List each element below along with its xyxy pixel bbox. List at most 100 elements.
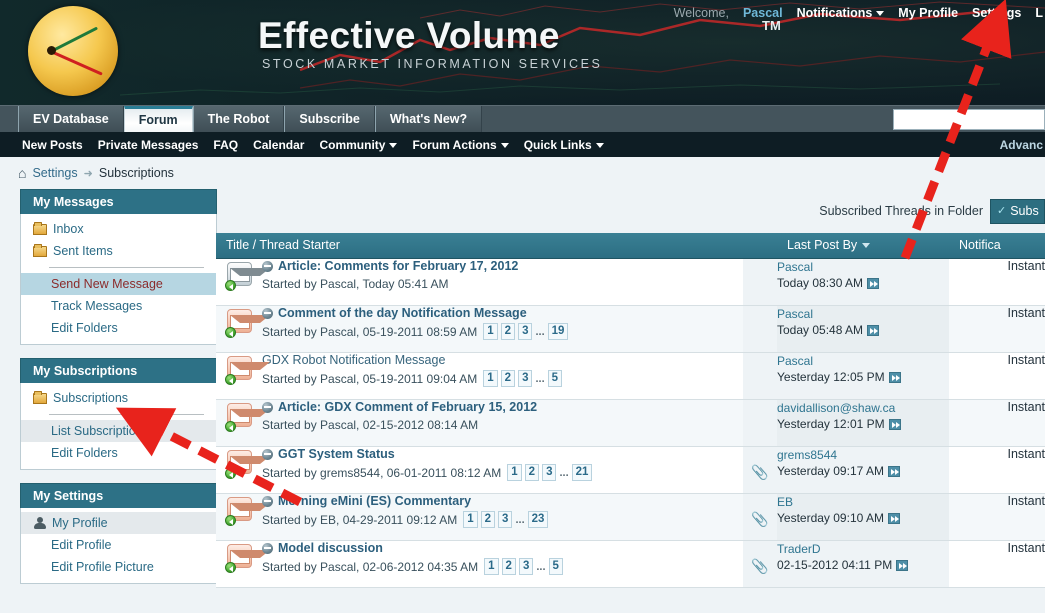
nav-settings[interactable]: Settings [972, 6, 1021, 20]
thread-title-link[interactable]: Article: GDX Comment of February 15, 201… [278, 400, 537, 415]
subnav-calendar[interactable]: Calendar [253, 138, 304, 152]
page-link[interactable]: 1 [463, 511, 478, 528]
sidebar-item-list-subscriptions[interactable]: List Subscriptions [21, 420, 216, 442]
page-link[interactable]: 3 [518, 558, 534, 575]
nav-notifications[interactable]: Notifications [797, 6, 885, 20]
page-link[interactable]: 2 [480, 511, 496, 528]
go-to-last-post-icon[interactable] [887, 512, 900, 524]
sidebar-item-track-messages[interactable]: Track Messages [21, 295, 216, 317]
table-row[interactable]: Model discussion Started by Pascal, 02-06… [216, 540, 1045, 588]
tab-forum[interactable]: Forum [123, 106, 193, 133]
sidebar-item-label[interactable]: Edit Profile Picture [51, 560, 154, 574]
subnav-private-messages[interactable]: Private Messages [98, 138, 199, 152]
tab-subscribe[interactable]: Subscribe [284, 106, 375, 133]
table-row[interactable]: GDX Robot Notification Message Started by… [216, 352, 1045, 400]
last-post-user-link[interactable]: grems8544 [777, 447, 949, 463]
advanced-search-link[interactable]: Advanc [1000, 138, 1043, 152]
page-link[interactable]: 3 [518, 323, 533, 340]
table-row[interactable]: Article: GDX Comment of February 15, 201… [216, 399, 1045, 447]
thread-title-link[interactable]: Comment of the day Notification Message [278, 306, 527, 321]
thread-status-icon[interactable] [262, 261, 273, 272]
thread-status-icon[interactable] [262, 496, 273, 507]
folder-select-dropdown[interactable]: ✓ Subs [990, 198, 1045, 224]
subnav-faq[interactable]: FAQ [213, 138, 238, 152]
paperclip-icon[interactable] [751, 558, 768, 575]
go-to-last-post-icon[interactable] [867, 277, 880, 289]
table-row[interactable]: GGT System Status Started by grems8544, 0… [216, 446, 1045, 494]
paperclip-icon[interactable] [751, 464, 768, 481]
page-link[interactable]: 5 [548, 558, 563, 575]
sidebar-item-sent-items[interactable]: Sent Items [21, 240, 216, 262]
subnav-community[interactable]: Community [319, 138, 398, 152]
sidebar-item-label[interactable]: My Profile [52, 516, 108, 530]
page-link[interactable]: 3 [542, 464, 557, 481]
sidebar-item-label[interactable]: Send New Message [51, 277, 163, 291]
thread-title-link[interactable]: Morning eMini (ES) Commentary [278, 494, 471, 509]
sidebar-item-label[interactable]: Edit Folders [51, 446, 118, 460]
page-link[interactable]: 2 [500, 370, 516, 387]
thread-title-link[interactable]: Article: Comments for February 17, 2012 [278, 259, 518, 274]
last-post-user-link[interactable]: EB [777, 494, 949, 510]
thread-title-link[interactable]: GGT System Status [278, 447, 395, 462]
page-link[interactable]: 1 [484, 558, 499, 575]
last-post-user-link[interactable]: Pascal [777, 306, 949, 322]
page-link[interactable]: 3 [518, 370, 533, 387]
thread-status-icon[interactable] [262, 308, 273, 319]
last-post-user-link[interactable]: davidallison@shaw.ca [777, 400, 949, 416]
page-link[interactable]: 2 [501, 558, 516, 575]
thread-status-icon[interactable] [262, 449, 273, 460]
thread-title-link[interactable]: GDX Robot Notification Message [262, 353, 445, 368]
paperclip-icon[interactable] [751, 511, 768, 528]
last-post-user-link[interactable]: TraderD [777, 541, 949, 557]
sidebar-item-label[interactable]: Edit Profile [51, 538, 111, 552]
column-header-notification[interactable]: Notifica [949, 233, 1045, 259]
sidebar-item-label[interactable]: Inbox [53, 222, 84, 236]
sidebar-item-label[interactable]: Sent Items [53, 244, 113, 258]
last-post-user-link[interactable]: Pascal [777, 353, 949, 369]
subnav-forum-actions[interactable]: Forum Actions [412, 138, 509, 152]
sidebar-item-subscriptions[interactable]: Subscriptions [21, 387, 216, 409]
sidebar-item-edit-folders-messages[interactable]: Edit Folders [21, 317, 216, 339]
table-row[interactable]: Article: Comments for February 17, 2012 S… [216, 258, 1045, 306]
table-row[interactable]: Morning eMini (ES) Commentary Started by … [216, 493, 1045, 541]
column-header-last-post[interactable]: Last Post By [777, 233, 949, 259]
page-link[interactable]: 1 [483, 323, 498, 340]
site-logo[interactable]: Effective Volume TM STOCK MARKET INFORMA… [258, 16, 781, 72]
last-post-user-link[interactable]: Pascal [777, 259, 949, 275]
sidebar-item-my-profile[interactable]: My Profile [21, 512, 216, 534]
page-link[interactable]: 1 [507, 464, 522, 481]
nav-my-profile[interactable]: My Profile [898, 6, 958, 20]
tab-whats-new[interactable]: What's New? [374, 106, 483, 133]
search-input[interactable] [894, 110, 1044, 129]
sidebar-item-label[interactable]: Subscriptions [53, 391, 128, 405]
page-link[interactable]: 2 [524, 464, 540, 481]
go-to-last-post-icon[interactable] [888, 371, 901, 383]
tab-ev-database[interactable]: EV Database [18, 106, 124, 133]
nav-logout[interactable]: L [1035, 6, 1043, 20]
sidebar-item-edit-profile-picture[interactable]: Edit Profile Picture [21, 556, 216, 578]
page-link[interactable]: 3 [498, 511, 513, 528]
thread-status-icon[interactable] [262, 543, 273, 554]
thread-status-icon[interactable] [262, 402, 273, 413]
sidebar-item-label[interactable]: Track Messages [51, 299, 142, 313]
page-link[interactable]: 2 [500, 323, 516, 340]
sidebar-item-edit-profile[interactable]: Edit Profile [21, 534, 216, 556]
sidebar-item-label[interactable]: List Subscriptions [51, 424, 149, 438]
page-link[interactable]: 21 [571, 464, 593, 481]
column-header-title[interactable]: Title / Thread Starter [216, 233, 777, 259]
page-link[interactable]: 23 [527, 511, 549, 528]
sidebar-item-send-new-message[interactable]: Send New Message [21, 273, 216, 295]
sidebar-item-inbox[interactable]: Inbox [21, 218, 216, 240]
go-to-last-post-icon[interactable] [888, 418, 901, 430]
home-icon[interactable]: ⌂ [18, 166, 26, 180]
table-row[interactable]: Comment of the day Notification Message S… [216, 305, 1045, 353]
go-to-last-post-icon[interactable] [896, 559, 909, 571]
go-to-last-post-icon[interactable] [867, 324, 880, 336]
page-link[interactable]: 19 [547, 323, 569, 340]
tab-the-robot[interactable]: The Robot [192, 106, 285, 133]
page-link[interactable]: 5 [547, 370, 563, 387]
page-link[interactable]: 1 [483, 370, 498, 387]
subnav-new-posts[interactable]: New Posts [22, 138, 83, 152]
sidebar-item-label[interactable]: Edit Folders [51, 321, 118, 335]
thread-title-link[interactable]: Model discussion [278, 541, 383, 556]
